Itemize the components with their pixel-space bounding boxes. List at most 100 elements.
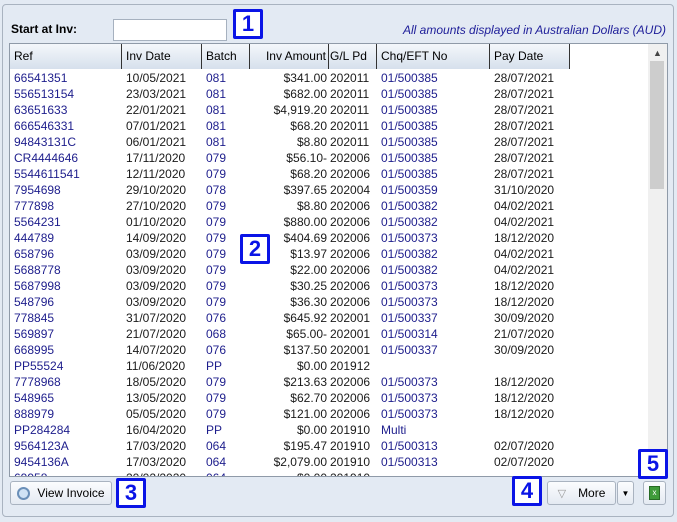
cell-pay-date: 02/07/2020 <box>494 439 555 453</box>
cell-chq-eft-no: 01/500385 <box>381 71 438 85</box>
table-row[interactable]: 778845 31/07/2020 076 $645.92 202001 01/50033… <box>10 310 570 326</box>
table-row[interactable]: PP284284 16/04/2020 PP $0.00 201910 Multi <box>10 422 570 438</box>
export-excel-button[interactable]: x <box>643 481 666 505</box>
table-row[interactable]: PP55524 11/06/2020 PP $0.00 201912 <box>10 358 570 374</box>
cell-gl-pd: 202011 <box>330 119 370 133</box>
col-ref[interactable]: Ref <box>10 44 122 69</box>
cell-inv-date: 13/05/2020 <box>126 391 187 405</box>
cell-inv-amount: $56.10- <box>286 151 327 165</box>
table-row[interactable]: 6995820/02/2020064$0.00201910 <box>10 470 570 476</box>
scroll-up-icon[interactable]: ▲ <box>653 48 662 58</box>
more-dropdown-button[interactable]: ▼ <box>617 481 634 505</box>
cell-gl-pd: 202001 <box>330 343 371 357</box>
magnifier-icon <box>17 486 31 500</box>
col-gl-pd[interactable]: G/L Pd <box>329 44 377 69</box>
cell-pay-date: 02/07/2020 <box>494 455 555 469</box>
cell-gl-pd: 202001 <box>330 311 371 325</box>
table-row[interactable]: 444789 14/09/2020 079 $404.69 202006 01/50037… <box>10 230 570 246</box>
cell-inv-amount: $880.00 <box>283 215 327 229</box>
cell-inv-amount: $137.50 <box>283 343 327 357</box>
cell-ref: 63651633 <box>14 103 68 117</box>
cell-chq-eft-no: 01/500337 <box>381 343 438 357</box>
view-invoice-button[interactable]: View Invoice <box>10 481 112 505</box>
cell-inv-date: 06/01/2021 <box>126 135 187 149</box>
col-inv-amount[interactable]: Inv Amount <box>250 44 329 69</box>
cell-inv-amount: $68.20 <box>290 119 327 133</box>
vertical-scrollbar[interactable]: ▲ <box>648 44 667 476</box>
table-row[interactable]: 9564123A 17/03/2020 064 $195.47 201910 01/500… <box>10 438 570 454</box>
table-row[interactable]: 5544611541 12/11/2020 079 $68.20 202006 01/50… <box>10 166 570 182</box>
cell-inv-date: 18/05/2020 <box>126 375 187 389</box>
cell-chq-eft-no: 01/500382 <box>381 247 438 261</box>
cell-gl-pd: 202006 <box>330 231 371 245</box>
cell-chq-eft-no <box>377 470 490 476</box>
cell-batch: 064 <box>206 439 227 453</box>
cell-inv-date: 07/01/2021 <box>126 119 187 133</box>
cell-inv-date: 17/03/2020 <box>126 455 187 469</box>
table-row[interactable]: 66541351 10/05/2021 081 $341.00 202011 01/500… <box>10 70 570 86</box>
cell-chq-eft-no: 01/500314 <box>381 327 438 341</box>
cell-ref: PP284284 <box>14 423 71 437</box>
cell-pay-date: 31/10/2020 <box>494 183 555 197</box>
cell-pay-date: 28/07/2021 <box>494 119 555 133</box>
col-batch[interactable]: Batch <box>202 44 250 69</box>
table-row[interactable]: 548796 03/09/2020 079 $36.30 202006 01/500373… <box>10 294 570 310</box>
col-inv-date[interactable]: Inv Date <box>122 44 202 69</box>
table-row[interactable]: 5688778 03/09/2020 079 $22.00 202006 01/50038… <box>10 262 570 278</box>
cell-chq-eft-no: 01/500373 <box>381 375 438 389</box>
cell-inv-amount: $30.25 <box>290 279 327 293</box>
cell-batch: 064 <box>202 470 250 476</box>
cell-ref: 556513154 <box>14 87 75 101</box>
table-row[interactable]: 94843131C 06/01/2021 081 $8.80 202011 01/5003… <box>10 134 570 150</box>
table-row[interactable]: 7954698 29/10/2020 078 $397.65 202004 01/5003… <box>10 182 570 198</box>
marker-3: 3 <box>116 478 146 508</box>
cell-batch: 078 <box>206 183 227 197</box>
table-row[interactable]: 666546331 07/01/2021 081 $68.20 202011 01/500… <box>10 118 570 134</box>
table-row[interactable]: 63651633 22/01/2021 081 $4,919.20 202011 01/5… <box>10 102 570 118</box>
table-row[interactable]: 569897 21/07/2020 068 $65.00- 202001 01/50031… <box>10 326 570 342</box>
cell-ref: 666546331 <box>14 119 75 133</box>
scrollbar-thumb[interactable] <box>650 61 664 189</box>
start-at-inv-label: Start at Inv: <box>11 22 78 36</box>
cell-gl-pd: 202006 <box>330 263 371 277</box>
table-row[interactable]: 7778968 18/05/2020 079 $213.63 202006 01/5003… <box>10 374 570 390</box>
cell-chq-eft-no: 01/500385 <box>381 87 438 101</box>
cell-ref: 778845 <box>14 311 55 325</box>
cell-inv-amount: $2,079.00 <box>273 455 327 469</box>
cell-inv-date: 17/11/2020 <box>126 151 186 165</box>
cell-pay-date: 04/02/2021 <box>494 215 555 229</box>
table-row[interactable]: 777898 27/10/2020 079 $8.80 202006 01/500382 0… <box>10 198 570 214</box>
table-row[interactable]: 556513154 23/03/2021 081 $682.00 202011 01/50… <box>10 86 570 102</box>
table-row[interactable]: 5687998 03/09/2020 079 $30.25 202006 01/50037… <box>10 278 570 294</box>
table-row[interactable]: 888979 05/05/2020 079 $121.00 202006 01/50037… <box>10 406 570 422</box>
cell-inv-amount: $0.00 <box>296 359 327 373</box>
cell-batch: 081 <box>206 135 227 149</box>
table-row[interactable]: 9454136A 17/03/2020 064 $2,079.00 201910 01/5… <box>10 454 570 470</box>
excel-icon: x <box>649 486 660 500</box>
cell-pay-date: 30/09/2020 <box>494 311 555 325</box>
cell-ref: 5564231 <box>14 215 61 229</box>
cell-batch: 079 <box>206 263 227 277</box>
cell-batch: PP <box>206 359 223 373</box>
start-at-inv-input[interactable] <box>113 19 227 41</box>
cell-ref: 668995 <box>14 343 55 357</box>
table-row[interactable]: 5564231 01/10/2020 079 $880.00 202006 01/5003… <box>10 214 570 230</box>
col-pay-date[interactable]: Pay Date <box>490 44 570 69</box>
cell-gl-pd: 202011 <box>330 87 370 101</box>
table-row[interactable]: 548965 13/05/2020 079 $62.70 202006 01/500373… <box>10 390 570 406</box>
table-row[interactable]: CR4444646 17/11/2020 079 $56.10- 202006 01/50… <box>10 150 570 166</box>
col-chq-eft-no[interactable]: Chq/EFT No <box>377 44 490 69</box>
cell-inv-date: 14/09/2020 <box>126 231 187 245</box>
table-row[interactable]: 658796 03/09/2020 079 $13.97 202006 01/500382… <box>10 246 570 262</box>
cell-inv-date: 03/09/2020 <box>126 263 187 277</box>
table-row[interactable]: 668995 14/07/2020 076 $137.50 202001 01/50033… <box>10 342 570 358</box>
cell-chq-eft-no: 01/500359 <box>381 183 438 197</box>
cell-pay-date: 18/12/2020 <box>494 231 555 245</box>
cell-batch: PP <box>206 423 223 437</box>
cell-chq-eft-no: Multi <box>381 423 407 437</box>
cell-chq-eft-no: 01/500313 <box>381 439 438 453</box>
cell-gl-pd: 201910 <box>330 439 371 453</box>
more-button[interactable]: ▽ More <box>547 481 616 505</box>
cell-inv-amount: $121.00 <box>283 407 327 421</box>
cell-ref: 7954698 <box>14 183 61 197</box>
